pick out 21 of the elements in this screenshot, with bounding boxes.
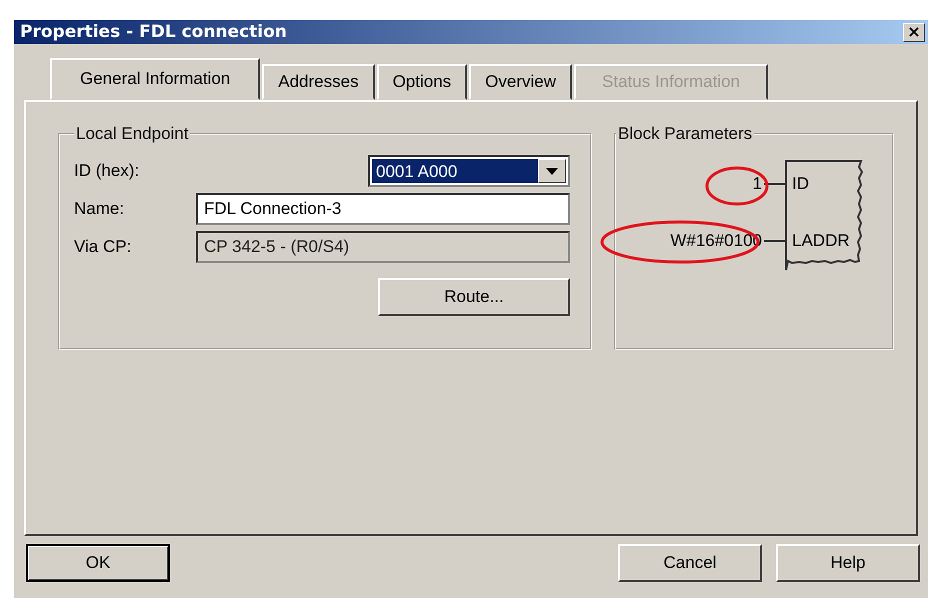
field-label: Name: <box>74 199 126 219</box>
tab[interactable]: General Information <box>50 58 260 100</box>
parameter-name: ID <box>792 174 809 194</box>
tab[interactable]: Overview <box>469 64 572 100</box>
tab[interactable]: Addresses <box>262 64 375 100</box>
dialog-button[interactable]: OK <box>26 544 170 582</box>
window-title: Properties - FDL connection <box>20 22 287 42</box>
dialog-button[interactable]: Help <box>776 544 920 582</box>
group-title: Block Parameters <box>617 124 754 144</box>
route-button[interactable]: Route... <box>378 278 570 316</box>
dialog-button[interactable]: Cancel <box>618 544 762 582</box>
parameter-value: 1 <box>752 174 762 194</box>
field-label: ID (hex): <box>74 161 140 181</box>
close-button[interactable]: × <box>903 22 925 42</box>
field-label: Via CP: <box>74 237 132 257</box>
parameter-name: LADDR <box>792 231 850 251</box>
dropdown[interactable]: 0001 A000 <box>368 155 570 187</box>
tab[interactable]: Options <box>376 64 468 100</box>
dropdown-value: 0001 A000 <box>372 159 538 183</box>
group-title: Local Endpoint <box>75 124 190 144</box>
text-field[interactable]: FDL Connection-3 <box>196 193 570 225</box>
